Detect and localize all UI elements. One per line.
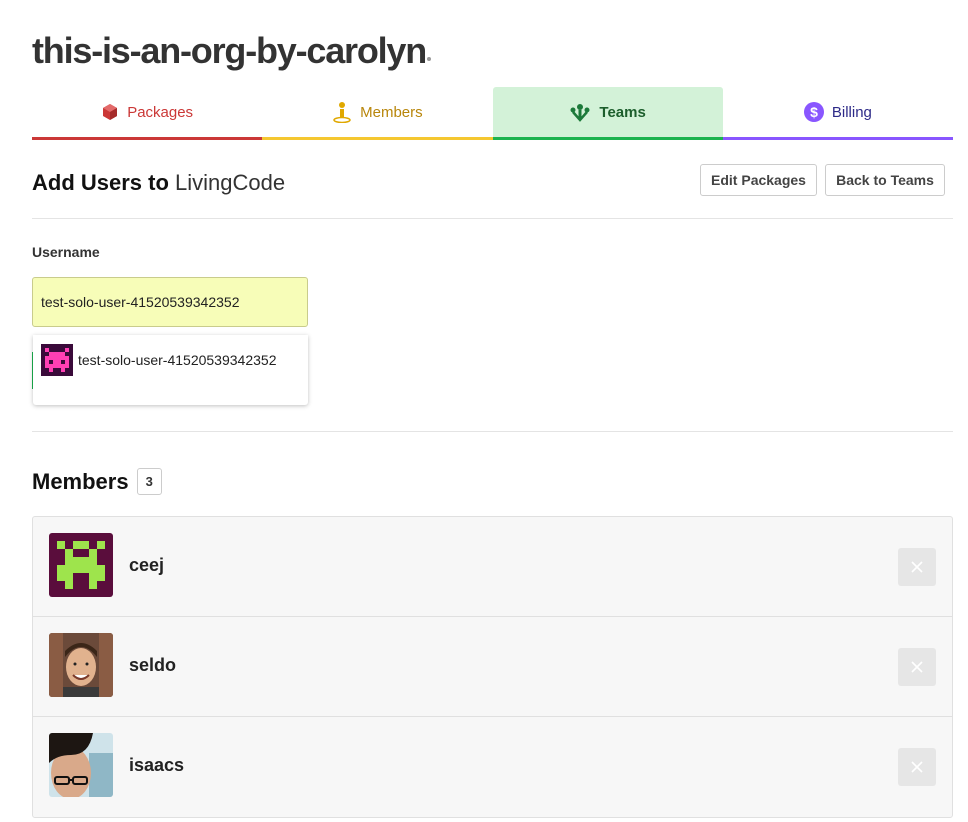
org-name: this-is-an-org-by-carolyn bbox=[32, 30, 427, 71]
members-count-badge: 3 bbox=[136, 468, 162, 495]
divider bbox=[32, 218, 953, 219]
list-item: ceej bbox=[33, 517, 952, 617]
members-title: Members bbox=[32, 468, 129, 494]
avatar bbox=[49, 733, 113, 797]
dollar-icon: $ bbox=[803, 102, 824, 122]
close-icon bbox=[911, 761, 923, 773]
remove-member-button[interactable] bbox=[898, 748, 936, 786]
username-suggestions: test-solo-user-41520539342352 bbox=[33, 335, 308, 405]
add-users-prefix: Add Users to bbox=[32, 170, 169, 195]
tab-members-label: Members bbox=[360, 103, 423, 121]
suggestion-item[interactable]: test-solo-user-41520539342352 bbox=[41, 344, 276, 376]
remove-member-button[interactable] bbox=[898, 548, 936, 586]
member-username[interactable]: seldo bbox=[129, 655, 176, 676]
tab-packages-label: Packages bbox=[127, 103, 194, 121]
tab-members[interactable]: Members bbox=[262, 87, 493, 140]
tab-billing-label: Billing bbox=[831, 103, 872, 121]
team-name: LivingCode bbox=[175, 170, 286, 195]
svg-text:$: $ bbox=[810, 104, 818, 120]
avatar bbox=[41, 344, 73, 376]
tab-teams[interactable]: Teams bbox=[492, 87, 723, 140]
title-cursor bbox=[427, 57, 432, 61]
avatar bbox=[49, 633, 113, 697]
add-users-header: Add Users to LivingCode Edit Packages Ba… bbox=[32, 164, 945, 198]
member-username[interactable]: isaacs bbox=[129, 755, 184, 776]
org-title: this-is-an-org-by-carolyn bbox=[32, 30, 432, 72]
list-item: seldo bbox=[33, 617, 952, 717]
list-item: isaacs bbox=[33, 717, 952, 817]
add-users-title: Add Users to LivingCode bbox=[32, 170, 285, 196]
package-icon bbox=[103, 104, 118, 120]
members-header: Members 3 bbox=[32, 468, 162, 495]
divider bbox=[32, 431, 953, 432]
back-to-teams-button[interactable]: Back to Teams bbox=[825, 164, 945, 196]
close-icon bbox=[911, 561, 923, 573]
tab-teams-label: Teams bbox=[599, 103, 646, 121]
avatar bbox=[49, 533, 113, 597]
person-icon bbox=[333, 102, 351, 123]
tab-billing[interactable]: $ Billing bbox=[722, 87, 953, 140]
remove-member-button[interactable] bbox=[898, 648, 936, 686]
org-tabs: Packages Members Teams $ Billing bbox=[32, 87, 953, 140]
edit-packages-button[interactable]: Edit Packages bbox=[700, 164, 817, 196]
tab-packages[interactable]: Packages bbox=[32, 87, 263, 140]
team-icon bbox=[570, 104, 590, 122]
close-icon bbox=[911, 661, 923, 673]
suggestion-username: test-solo-user-41520539342352 bbox=[78, 352, 277, 368]
members-list: ceej seldo isaacs bbox=[32, 516, 953, 818]
username-label: Username bbox=[32, 244, 100, 260]
member-username[interactable]: ceej bbox=[129, 555, 164, 576]
username-input[interactable] bbox=[32, 277, 308, 327]
